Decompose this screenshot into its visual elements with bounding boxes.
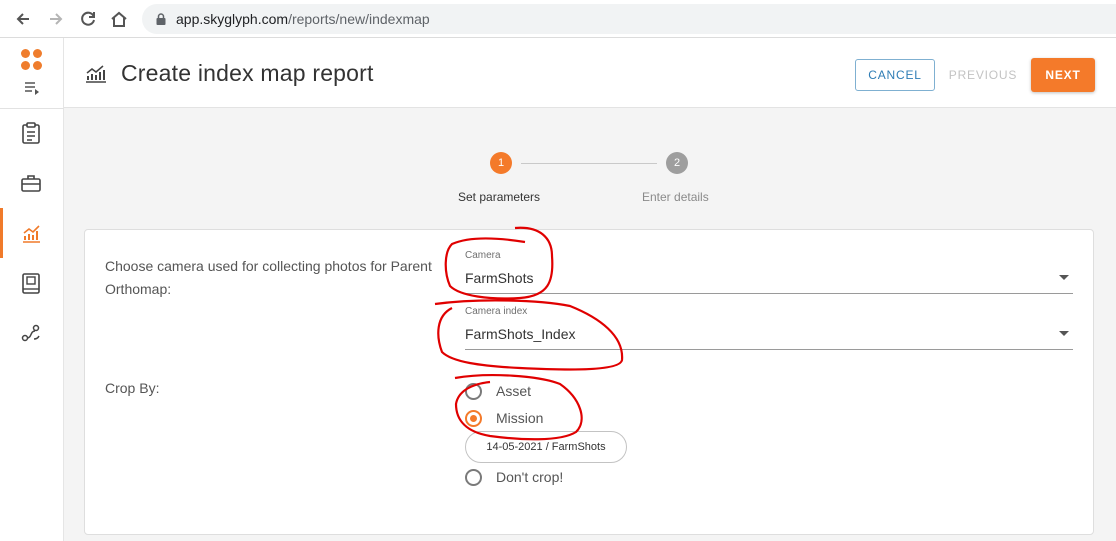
rail-item-toolbox[interactable]	[0, 158, 64, 208]
rail-item-reports[interactable]	[0, 108, 64, 158]
step-1-indicator: 1	[490, 152, 512, 174]
clipboard-icon	[22, 122, 40, 144]
camera-index-select[interactable]: Camera index FarmShots_Index	[465, 306, 1073, 350]
chevron-down-icon	[1059, 275, 1069, 280]
page-header: Create index map report CANCEL PREVIOUS …	[64, 38, 1116, 108]
book-icon	[22, 273, 40, 294]
url-text: app.skyglyph.com/reports/new/indexmap	[176, 11, 430, 27]
forward-arrow-icon[interactable]	[45, 8, 67, 30]
camera-index-field-value: FarmShots_Index	[465, 326, 576, 342]
radio-unchecked-icon[interactable]	[465, 383, 482, 400]
main-content: 1 2 Set parameters Enter details Choose …	[64, 108, 1116, 541]
menu-expand-icon[interactable]	[24, 81, 40, 95]
next-button[interactable]: NEXT	[1031, 58, 1095, 92]
lock-icon	[156, 13, 166, 25]
crop-option-label: Don't crop!	[496, 469, 564, 485]
radio-unchecked-icon[interactable]	[465, 469, 482, 486]
home-icon[interactable]	[108, 8, 130, 30]
chart-icon	[23, 225, 40, 243]
camera-select[interactable]: Camera FarmShots	[465, 250, 1073, 294]
left-navigation-rail	[0, 38, 64, 541]
stepper-connector	[521, 163, 657, 164]
route-icon	[21, 324, 40, 342]
camera-field-value: FarmShots	[465, 270, 534, 286]
chevron-down-icon	[1059, 331, 1069, 336]
browser-toolbar: app.skyglyph.com/reports/new/indexmap	[0, 0, 1116, 38]
step-2-label: Enter details	[642, 190, 709, 204]
camera-question: Choose camera used for collecting photos…	[105, 258, 432, 297]
camera-index-field-label: Camera index	[465, 306, 528, 317]
parameters-card: Choose camera used for collecting photos…	[84, 229, 1094, 535]
app-logo-icon[interactable]	[21, 49, 43, 71]
page-title: Create index map report	[121, 60, 374, 86]
report-chart-icon	[86, 65, 106, 83]
mission-chip[interactable]: 14-05-2021 / FarmShots	[465, 431, 627, 463]
url-host: app.skyglyph.com	[176, 11, 289, 27]
rail-item-route[interactable]	[0, 308, 64, 358]
reload-icon[interactable]	[77, 8, 99, 30]
crop-option-label: Asset	[496, 383, 532, 399]
rail-item-analytics[interactable]	[0, 208, 64, 258]
crop-option-label: Mission	[496, 410, 544, 426]
previous-button[interactable]: PREVIOUS	[944, 59, 1022, 91]
rail-item-album[interactable]	[0, 258, 64, 308]
step-1-label: Set parameters	[458, 190, 541, 204]
back-arrow-icon[interactable]	[12, 8, 34, 30]
camera-field-label: Camera	[465, 250, 501, 261]
crop-by-label: Crop By:	[105, 380, 160, 396]
cancel-button[interactable]: CANCEL	[855, 59, 935, 91]
address-bar[interactable]: app.skyglyph.com/reports/new/indexmap	[142, 4, 1116, 34]
briefcase-icon	[21, 175, 41, 192]
step-2-indicator: 2	[666, 152, 688, 174]
url-path: /reports/new/indexmap	[288, 11, 430, 27]
radio-checked-icon[interactable]	[465, 410, 482, 427]
